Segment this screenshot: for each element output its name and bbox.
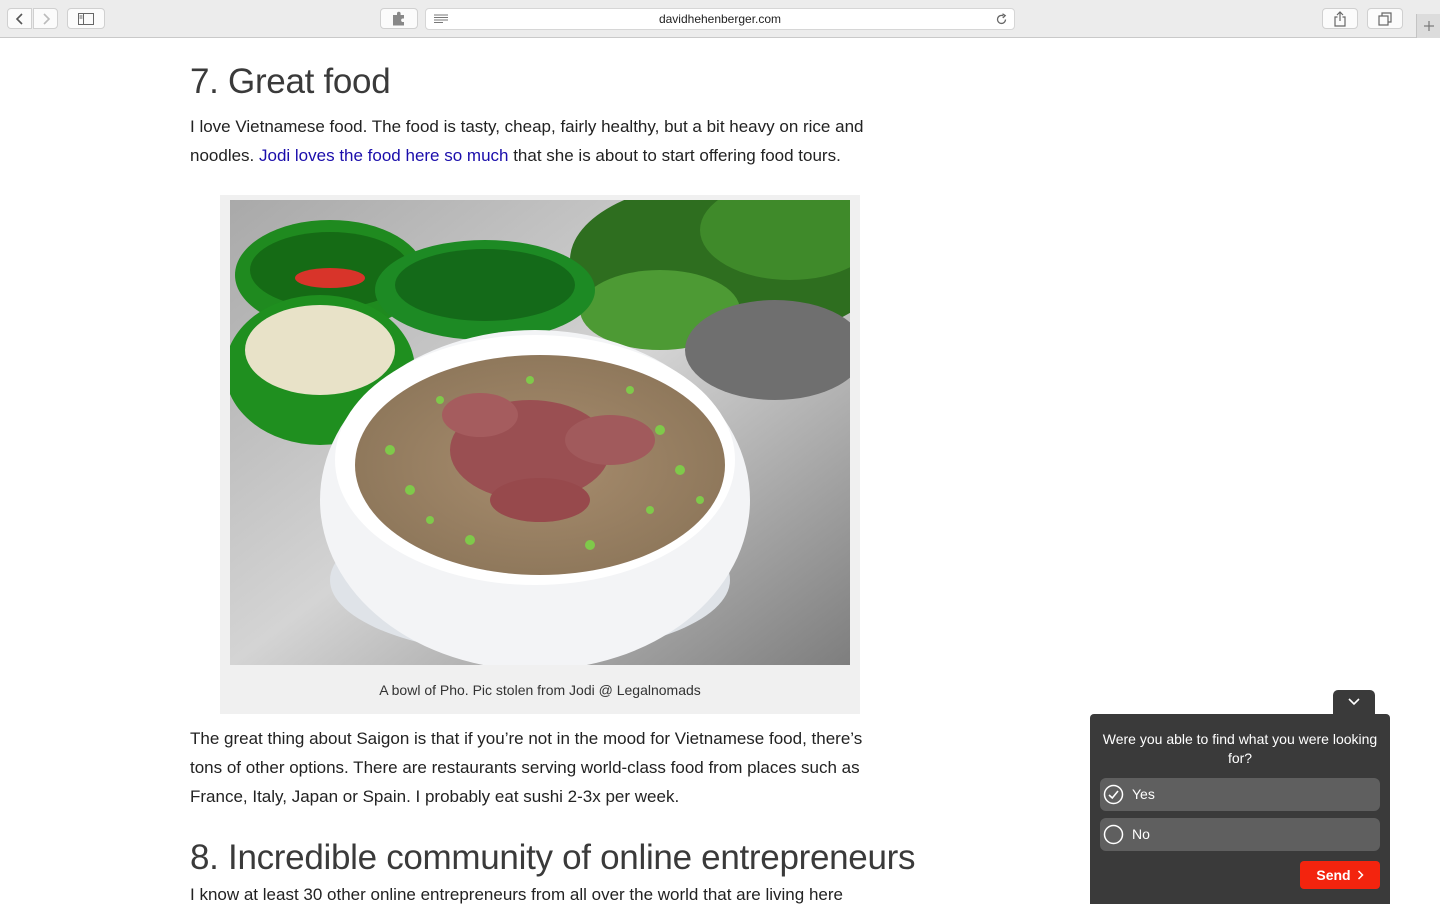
feedback-question: Were you able to find what you were look… bbox=[1102, 731, 1378, 766]
forward-button[interactable] bbox=[33, 8, 58, 29]
section-heading-great-food: 7. Great food bbox=[190, 62, 391, 101]
pho-figure: A bowl of Pho. Pic stolen from Jodi @ Le… bbox=[220, 195, 860, 714]
option-label: No bbox=[1132, 826, 1150, 842]
chevron-left-icon bbox=[15, 12, 23, 25]
check-circle-icon bbox=[1103, 784, 1124, 805]
chevron-right-icon bbox=[42, 12, 50, 25]
send-button[interactable]: Send bbox=[1300, 861, 1380, 889]
url-text: davidhehenberger.com bbox=[658, 12, 782, 26]
feedback-widget: Were you able to find what you were look… bbox=[1090, 714, 1390, 904]
share-icon bbox=[1334, 10, 1346, 27]
feedback-option-yes[interactable]: Yes bbox=[1100, 778, 1380, 811]
extension-button[interactable] bbox=[380, 8, 418, 29]
empty-circle-icon bbox=[1103, 824, 1124, 845]
sidebar-toggle-button[interactable] bbox=[67, 8, 105, 29]
send-label: Send bbox=[1316, 867, 1351, 883]
great-food-paragraph: I love Vietnamese food. The food is tast… bbox=[190, 112, 895, 170]
chevron-down-icon bbox=[1348, 698, 1360, 706]
jodi-food-link[interactable]: Jodi loves the food here so much bbox=[259, 146, 508, 165]
saigon-paragraph: The great thing about Saigon is that if … bbox=[190, 729, 863, 806]
community-paragraph: I know at least 30 other online entrepre… bbox=[190, 885, 843, 904]
figure-caption: A bowl of Pho. Pic stolen from Jodi @ Le… bbox=[379, 682, 701, 698]
back-button[interactable] bbox=[7, 8, 32, 29]
reload-icon[interactable] bbox=[995, 13, 1008, 26]
pho-photo bbox=[230, 200, 850, 665]
chevron-right-icon bbox=[1357, 870, 1364, 880]
new-tab-button[interactable] bbox=[1416, 14, 1440, 38]
plus-icon bbox=[1423, 21, 1434, 31]
paragraph-text: that she is about to start offering food… bbox=[508, 146, 841, 165]
feedback-collapse-button[interactable] bbox=[1333, 690, 1375, 714]
tabs-overview-button[interactable] bbox=[1367, 8, 1403, 29]
address-bar[interactable]: davidhehenberger.com bbox=[425, 8, 1015, 30]
share-button[interactable] bbox=[1322, 8, 1358, 29]
option-label: Yes bbox=[1132, 786, 1155, 802]
tabs-overview-icon bbox=[1378, 11, 1392, 26]
feedback-option-no[interactable]: No bbox=[1100, 818, 1380, 851]
browser-toolbar: davidhehenberger.com bbox=[0, 0, 1440, 38]
puzzle-icon bbox=[393, 11, 404, 25]
section-heading-community: 8. Incredible community of online entrep… bbox=[190, 838, 916, 877]
sidebar-icon bbox=[78, 12, 94, 25]
